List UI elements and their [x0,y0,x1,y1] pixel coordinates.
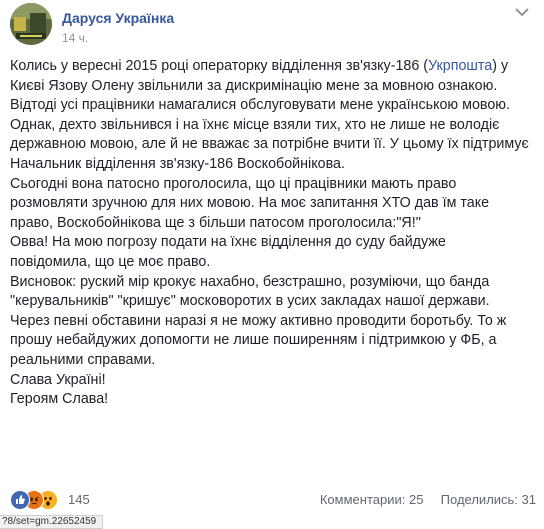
post-paragraph: Відтоді усі працівники намагалися обслуг… [10,97,510,114]
post-header: Даруся Українка 14 ч. [0,0,544,52]
facebook-post: Даруся Українка 14 ч. Колись у вересні 2… [0,0,544,529]
comments-count-link[interactable]: Комментарии: 25 [320,492,424,507]
post-timestamp[interactable]: 14 ч. [62,31,88,45]
post-options-chevron-icon[interactable] [510,4,534,20]
shares-count-link[interactable]: Поделились: 31 [441,492,536,507]
author-name[interactable]: Даруся Українка [62,10,174,26]
post-paragraph: Сьогодні вона патосно проголосила, що ці… [10,175,490,231]
like-icon [10,490,30,510]
post-paragraph: Колись у вересні 2015 році операторку ві… [10,58,509,94]
engagement-counts: Комментарии: 25 Поделились: 31 [320,492,536,507]
post-paragraph: Овва! На мою погрозу подати на їхнє відд… [10,234,446,270]
author-avatar[interactable] [10,3,52,45]
post-paragraph: Слава Україні! [10,371,106,388]
post-paragraph: Висновок: руский мір крокує нахабно, без… [10,273,490,310]
post-paragraph: Через певні обставини наразі я не можу а… [10,312,507,368]
page-mention-link[interactable]: Укрпошта [428,58,492,74]
post-paragraph: Однак, дехто звільнився і на їхнє місце … [10,116,529,172]
reactions-count[interactable]: 145 [68,492,90,507]
post-paragraph: Героям Слава! [10,391,109,408]
post-body: Колись у вересні 2015 році операторку ві… [10,57,530,410]
post-footer: 145 Комментарии: 25 Поделились: 31 [0,480,544,520]
